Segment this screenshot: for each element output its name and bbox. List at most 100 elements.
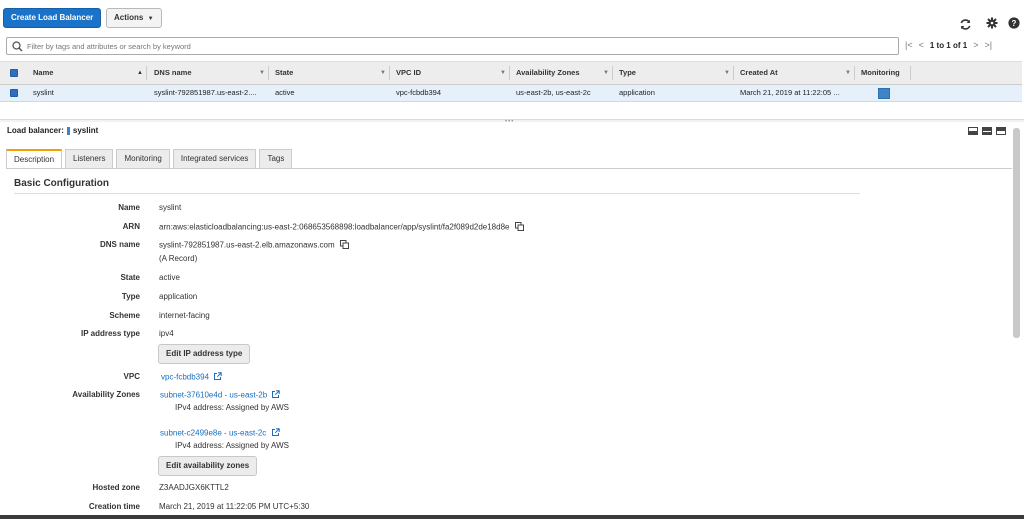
tab-description[interactable]: Description [6, 149, 63, 169]
cell-dns-name: syslint-792851987.us-east-2.... [154, 88, 257, 97]
name-value: syslint [159, 203, 182, 212]
sort-icon[interactable]: ▼ [259, 62, 265, 84]
col-vpc-id[interactable]: VPC ID [396, 62, 421, 84]
arn-value: arn:aws:elasticloadbalancing:us-east-2:0… [159, 222, 510, 232]
sort-icon[interactable]: ▼ [603, 62, 609, 84]
vpc-row: vpc-fcbdb394 [161, 372, 222, 383]
cell-availability-zones: us-east-2b, us-east-2c [516, 88, 591, 97]
detail-header: Load balancer: syslint [7, 126, 98, 135]
sort-icon[interactable]: ▼ [724, 62, 730, 84]
hosted-zone-value: Z3AADJGX6KTTL2 [159, 483, 229, 492]
col-type[interactable]: Type [619, 62, 636, 84]
state-value: active [159, 273, 180, 282]
dns-value: syslint-792851987.us-east-2.elb.amazonaw… [159, 240, 335, 250]
tab-listeners[interactable]: Listeners [65, 149, 114, 169]
scheme-value: internet-facing [159, 311, 210, 320]
copy-icon[interactable] [339, 240, 349, 251]
col-dns-name[interactable]: DNS name [154, 62, 192, 84]
col-state[interactable]: State [275, 62, 293, 84]
load-balancer-icon [66, 126, 70, 135]
col-monitoring[interactable]: Monitoring [861, 62, 900, 84]
monitoring-chart-icon[interactable] [878, 88, 890, 99]
create-load-balancer-button[interactable]: Create Load Balancer [3, 8, 102, 28]
dns-label: DNS name [99, 240, 140, 249]
cell-created-at: March 21, 2019 at 11:22:05 ... [740, 88, 840, 97]
row-checkbox[interactable] [10, 89, 18, 97]
tab-integrated-services[interactable]: Integrated services [172, 149, 257, 169]
name-label: Name [118, 203, 140, 212]
detail-scrollbar[interactable] [1013, 128, 1020, 338]
state-label: State [120, 273, 140, 282]
help-icon[interactable]: ? [1007, 16, 1021, 30]
az1-row: subnet-37610e4d - us-east-2b [160, 390, 281, 401]
creation-time-value: March 21, 2019 at 11:22:05 PM UTC+5:30 [159, 502, 310, 511]
type-label: Type [121, 292, 140, 301]
chevron-down-icon: ▼ [147, 16, 154, 22]
col-name[interactable]: Name [33, 62, 53, 84]
filter-search-box[interactable]: Filter by tags and attributes or search … [6, 37, 899, 55]
tab-monitoring[interactable]: Monitoring [116, 149, 170, 169]
cell-state: active [275, 88, 295, 97]
cell-name: syslint [33, 88, 54, 97]
ip-type-value: ipv4 [159, 329, 174, 338]
az-label: Availability Zones [72, 390, 140, 399]
refresh-icon[interactable] [958, 17, 972, 31]
edit-availability-zones-button[interactable]: Edit availability zones [158, 456, 258, 476]
hosted-zone-label: Hosted zone [92, 483, 140, 492]
cell-vpc-id: vpc-fcbdb394 [396, 88, 442, 97]
az1-link[interactable]: subnet-37610e4d - us-east-2b [160, 391, 267, 400]
section-divider [14, 193, 860, 194]
sort-asc-icon[interactable]: ▲ [137, 62, 143, 84]
bottom-bar [0, 515, 1024, 519]
section-title: Basic Configuration [14, 178, 110, 189]
search-input[interactable]: Filter by tags and attributes or search … [27, 42, 191, 51]
type-value: application [159, 292, 198, 301]
external-link-icon[interactable] [271, 428, 280, 439]
prev-page-icon[interactable]: < [919, 40, 924, 50]
tab-tags[interactable]: Tags [259, 149, 293, 169]
table-row[interactable]: syslint syslint-792851987.us-east-2.... … [0, 85, 1022, 102]
az2-ipv4: IPv4 address: Assigned by AWS [175, 441, 289, 450]
cell-type: application [619, 88, 655, 97]
next-page-icon[interactable]: > [973, 40, 978, 50]
search-icon [12, 41, 23, 54]
col-availability-zones[interactable]: Availability Zones [516, 62, 580, 84]
sort-icon[interactable]: ▼ [845, 62, 851, 84]
ip-type-label: IP address type [81, 329, 140, 338]
az1-ipv4: IPv4 address: Assigned by AWS [175, 403, 289, 412]
dock-top-icon[interactable] [996, 127, 1006, 135]
arn-label: ARN [122, 222, 140, 231]
table-header: Name ▲ DNS name ▼ State ▼ VPC ID ▼ Avail… [0, 61, 1022, 85]
actions-label: Actions [114, 13, 144, 22]
actions-dropdown[interactable]: Actions ▼ [106, 8, 162, 28]
col-created-at[interactable]: Created At [740, 62, 778, 84]
last-page-icon[interactable]: >| [984, 40, 992, 50]
vpc-link[interactable]: vpc-fcbdb394 [161, 373, 209, 382]
arn-row: arn:aws:elasticloadbalancing:us-east-2:0… [159, 222, 524, 233]
drag-handle-icon[interactable]: ••• [505, 119, 514, 125]
scheme-label: Scheme [109, 311, 140, 320]
dock-bottom-icon[interactable] [968, 127, 978, 135]
tabs-divider [6, 168, 1012, 169]
dock-middle-icon[interactable] [982, 127, 992, 135]
vpc-label: VPC [123, 372, 140, 381]
detail-header-label: Load balancer: [7, 126, 64, 135]
external-link-icon[interactable] [271, 390, 281, 401]
dns-record: (A Record) [159, 254, 198, 263]
first-page-icon[interactable]: |< [905, 40, 913, 50]
sort-icon[interactable]: ▼ [380, 62, 386, 84]
pagination-text: 1 to 1 of 1 [929, 40, 968, 50]
detail-header-name: syslint [72, 126, 99, 135]
az2-row: subnet-c2499e8e - us-east-2c [160, 428, 280, 439]
select-all-checkbox[interactable] [10, 69, 18, 77]
pagination: |< < 1 to 1 of 1 > >| [905, 40, 992, 50]
gear-icon[interactable] [985, 16, 999, 30]
detail-tabs: Description Listeners Monitoring Integra… [6, 149, 293, 169]
edit-ip-address-type-button[interactable]: Edit IP address type [158, 344, 251, 364]
dns-row: syslint-792851987.us-east-2.elb.amazonaw… [159, 240, 349, 251]
sort-icon[interactable]: ▼ [500, 62, 506, 84]
copy-icon[interactable] [514, 222, 524, 233]
external-link-icon[interactable] [213, 372, 222, 383]
az2-link[interactable]: subnet-c2499e8e - us-east-2c [160, 429, 266, 438]
creation-time-label: Creation time [88, 502, 140, 511]
